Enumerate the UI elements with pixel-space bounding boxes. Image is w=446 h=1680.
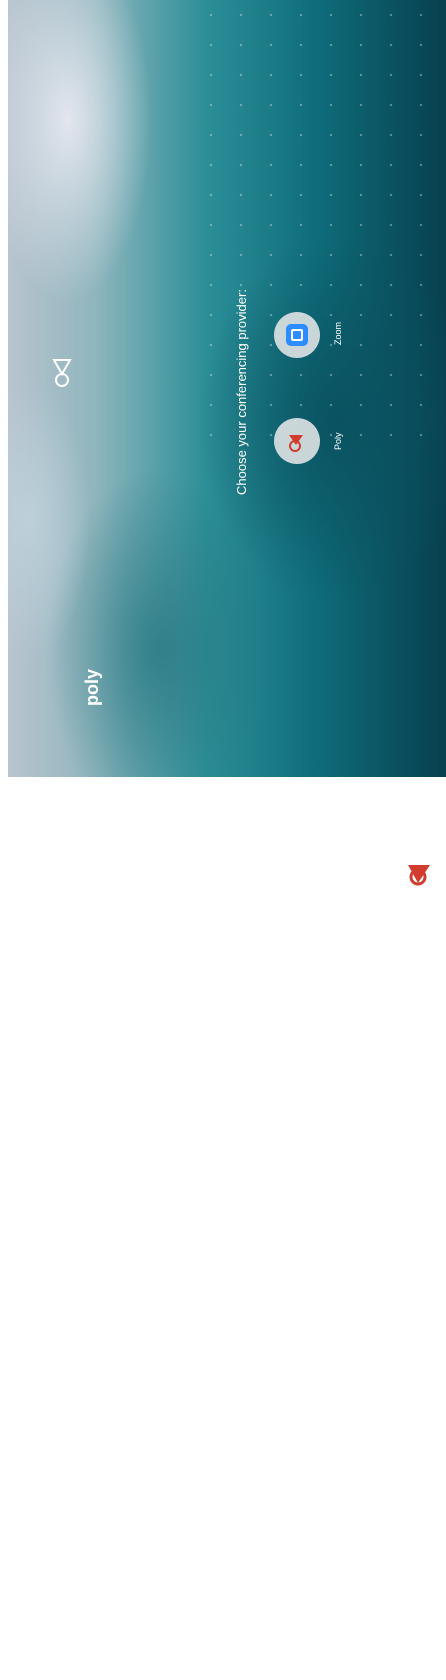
provider-zoom[interactable] — [274, 312, 320, 358]
zoom-icon — [286, 324, 308, 346]
screen-divider — [300, 777, 400, 783]
provider-poly[interactable] — [274, 418, 320, 464]
poly-logo: poly — [48, 350, 102, 706]
page-title: Choose your conferencing provider: — [234, 289, 249, 495]
poly-footer-logo: poly — [400, 805, 446, 895]
provider-poly-label: Poly — [333, 432, 343, 450]
provider-zoom-label: Zoom — [333, 321, 343, 345]
poly-logo-text: poly — [82, 668, 102, 706]
poly-icon — [289, 435, 303, 452]
screen-area: poly Choose your conferencing provider: … — [8, 0, 446, 777]
